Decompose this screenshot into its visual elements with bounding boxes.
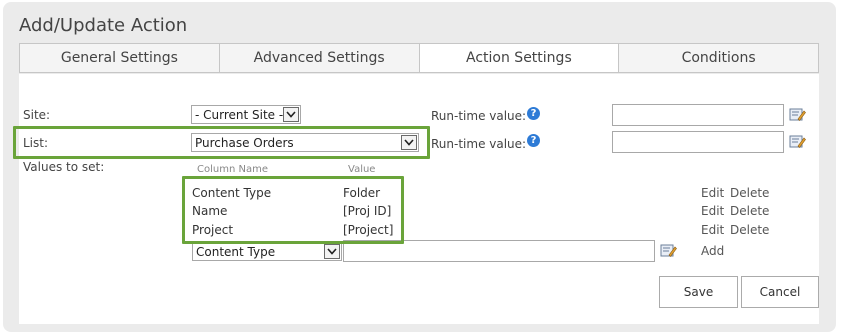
values-highlight-box [182, 176, 404, 244]
site-select[interactable]: - Current Site - [191, 105, 301, 124]
row-delete-link[interactable]: Delete [730, 186, 769, 200]
chevron-down-icon [324, 244, 340, 259]
row-edit-link[interactable]: Edit [701, 186, 724, 200]
column-name-header: Column Name [197, 164, 268, 175]
site-label: Site: [23, 108, 51, 122]
list-runtime-label: Run-time value: [431, 137, 527, 151]
site-select-value: - Current Site - [195, 107, 284, 122]
chevron-down-icon [283, 107, 299, 122]
row-delete-link[interactable]: Delete [730, 223, 769, 237]
add-value-link[interactable]: Add [701, 244, 724, 258]
row-delete-link[interactable]: Delete [730, 204, 769, 218]
tab-bar: General Settings Advanced Settings Actio… [19, 43, 819, 73]
lookup-picker-icon[interactable] [789, 134, 806, 149]
tab-advanced-settings[interactable]: Advanced Settings [219, 44, 420, 72]
new-column-select[interactable]: Content Type [192, 242, 342, 261]
lookup-picker-icon[interactable] [789, 107, 806, 122]
site-runtime-input[interactable] [612, 104, 784, 126]
dialog-title: Add/Update Action [19, 15, 188, 36]
values-to-set-label: Values to set: [23, 160, 105, 174]
lookup-picker-icon[interactable] [660, 243, 677, 258]
list-runtime-input[interactable] [612, 131, 784, 153]
action-settings-form: Site: - Current Site - Run-time value: ?… [19, 74, 819, 324]
row-edit-link[interactable]: Edit [701, 204, 724, 218]
tab-general-settings[interactable]: General Settings [20, 44, 220, 72]
value-header: Value [348, 164, 376, 175]
tab-conditions[interactable]: Conditions [619, 44, 818, 72]
site-runtime-label: Run-time value: [431, 109, 527, 123]
row-edit-link[interactable]: Edit [701, 223, 724, 237]
help-icon[interactable]: ? [527, 134, 540, 147]
tab-action-settings[interactable]: Action Settings [419, 44, 620, 72]
list-highlight-box [13, 126, 430, 159]
save-button[interactable]: Save [659, 276, 738, 308]
help-icon[interactable]: ? [527, 107, 540, 120]
cancel-button[interactable]: Cancel [741, 276, 819, 308]
new-column-select-value: Content Type [196, 244, 276, 259]
